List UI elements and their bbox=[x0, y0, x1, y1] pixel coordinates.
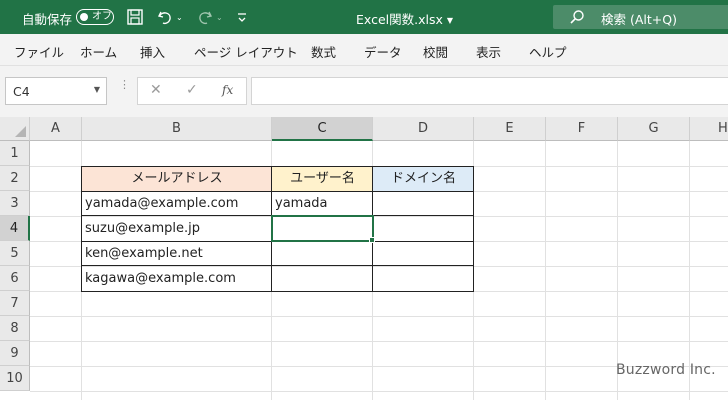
tab-data[interactable]: データ bbox=[364, 42, 402, 61]
row-header-9[interactable]: 9 bbox=[0, 341, 30, 366]
column-header-h[interactable]: H bbox=[690, 117, 728, 141]
row-header-5[interactable]: 5 bbox=[0, 241, 30, 266]
formula-tools: ✕ ✓ fx bbox=[137, 77, 247, 105]
fill-handle[interactable] bbox=[369, 237, 375, 243]
column-header-f[interactable]: F bbox=[546, 117, 618, 141]
title-bar: 自動保存 オフ ⌄ ⌄ Excel関数.xlsx ▼ 検索 (Alt+Q) bbox=[0, 0, 728, 34]
row-header-6[interactable]: 6 bbox=[0, 266, 30, 291]
customize-toolbar-icon[interactable] bbox=[236, 7, 248, 27]
table-border bbox=[81, 191, 474, 216]
redo-icon[interactable] bbox=[196, 7, 214, 27]
chevron-down-icon: ▼ bbox=[446, 16, 454, 25]
gridline bbox=[30, 316, 728, 317]
row-header-2[interactable]: 2 bbox=[0, 166, 30, 191]
row-header-3[interactable]: 3 bbox=[0, 191, 30, 216]
autosave-label: 自動保存 bbox=[22, 12, 73, 27]
autosave-state: オフ bbox=[92, 11, 112, 22]
row-header-10[interactable]: 10 bbox=[0, 366, 30, 391]
redo-dropdown-icon[interactable]: ⌄ bbox=[216, 7, 223, 27]
autosave-toggle[interactable]: オフ bbox=[76, 9, 114, 25]
row-header-4[interactable]: 4 bbox=[0, 216, 30, 241]
name-box-value: C4 bbox=[13, 84, 30, 99]
column-header-b[interactable]: B bbox=[82, 117, 272, 141]
chevron-down-icon[interactable]: ▼ bbox=[94, 85, 100, 94]
insert-function-icon[interactable]: fx bbox=[222, 83, 233, 97]
tab-home[interactable]: ホーム bbox=[80, 42, 117, 61]
file-name[interactable]: Excel関数.xlsx ▼ bbox=[356, 9, 453, 28]
save-icon[interactable] bbox=[126, 7, 144, 27]
tab-view[interactable]: 表示 bbox=[476, 42, 501, 61]
tab-insert[interactable]: 挿入 bbox=[140, 42, 165, 61]
tab-page-layout[interactable]: ページ レイアウト bbox=[194, 42, 298, 61]
column-header-c[interactable]: C bbox=[272, 117, 373, 141]
column-header-e[interactable]: E bbox=[474, 117, 546, 141]
search-box[interactable]: 検索 (Alt+Q) bbox=[553, 5, 728, 29]
formula-bar: C4 ▼ ⋮ ✕ ✓ fx bbox=[0, 66, 728, 117]
select-all-triangle bbox=[15, 126, 26, 137]
selected-cell[interactable] bbox=[271, 215, 374, 242]
toggle-knob bbox=[80, 12, 88, 21]
gridline bbox=[30, 341, 728, 342]
tab-file[interactable]: ファイル bbox=[14, 42, 64, 61]
worksheet-grid: A B C D E F G H 1 2 3 4 5 6 7 8 9 10 メール… bbox=[0, 117, 728, 400]
name-box[interactable]: C4 ▼ bbox=[5, 77, 107, 105]
row-header-7[interactable]: 7 bbox=[0, 291, 30, 316]
ribbon-tabs: ファイル ホーム 挿入 ページ レイアウト 数式 データ 校閲 表示 ヘルプ bbox=[0, 34, 728, 66]
formula-input[interactable] bbox=[251, 77, 728, 105]
tab-review[interactable]: 校閲 bbox=[423, 42, 448, 61]
cancel-icon[interactable]: ✕ bbox=[150, 82, 162, 98]
tab-formulas[interactable]: 数式 bbox=[311, 42, 336, 61]
search-icon bbox=[570, 10, 584, 24]
undo-icon[interactable] bbox=[156, 7, 174, 27]
column-header-g[interactable]: G bbox=[618, 117, 690, 141]
watermark: Buzzword Inc. bbox=[616, 362, 716, 378]
undo-dropdown-icon[interactable]: ⌄ bbox=[176, 7, 183, 27]
enter-icon[interactable]: ✓ bbox=[186, 82, 198, 98]
row-header-1[interactable]: 1 bbox=[0, 141, 30, 166]
gridline bbox=[545, 141, 546, 400]
table-border bbox=[81, 241, 474, 266]
column-header-d[interactable]: D bbox=[373, 117, 474, 141]
more-options-icon: ⋮ bbox=[119, 78, 130, 91]
file-name-text: Excel関数.xlsx bbox=[356, 12, 443, 27]
column-header-a[interactable]: A bbox=[30, 117, 82, 141]
tab-help[interactable]: ヘルプ bbox=[529, 42, 567, 61]
gridline bbox=[30, 391, 728, 392]
select-all-button[interactable] bbox=[0, 117, 30, 141]
row-header-8[interactable]: 8 bbox=[0, 316, 30, 341]
search-placeholder: 検索 (Alt+Q) bbox=[601, 12, 677, 27]
